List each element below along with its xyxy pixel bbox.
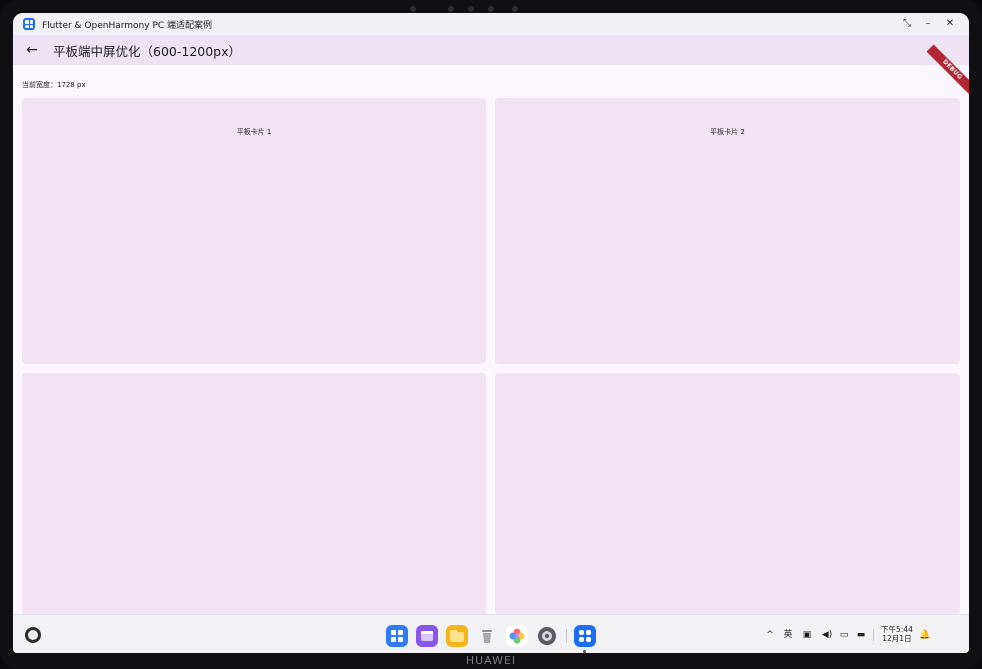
tray-separator [873,629,874,641]
display-icon[interactable]: ▭ [837,628,851,642]
clipboard-icon[interactable]: ▣ [800,628,814,642]
settings-icon[interactable] [536,625,558,647]
sensor-dot [410,6,416,12]
running-indicator [583,650,586,653]
card-label: 平板卡片 2 [710,128,745,136]
page-title: 平板端中屏优化（600-1200px） [53,44,242,59]
back-arrow-icon[interactable]: ← [21,39,43,61]
tray-chevron-icon[interactable]: ^ [763,628,777,642]
multi-window-icon[interactable] [416,625,438,647]
close-button[interactable]: ✕ [942,16,958,32]
notification-bell-icon[interactable]: 🔔 [918,628,932,642]
sensor-dot [512,6,518,12]
card-label: 平板卡片 1 [236,128,272,136]
photos-icon[interactable] [506,625,528,647]
sensor-dot [448,6,454,12]
clock[interactable]: 下午5:44 12月1日 [881,625,913,643]
camera-lens [468,6,474,12]
battery-icon[interactable]: ▬ [854,628,868,642]
clock-date: 12月1日 [882,634,912,643]
volume-icon[interactable]: ◀) [819,628,835,642]
restore-icon[interactable]: ⤡ [899,16,915,32]
tablet-card[interactable] [22,373,486,615]
screen: Flutter & OpenHarmony PC 端适配案例 ⤡ – ✕ ← 平… [13,13,969,653]
tablet-card[interactable]: 平板卡片 2 [495,98,960,364]
window-titlebar[interactable]: Flutter & OpenHarmony PC 端适配案例 ⤡ – ✕ [13,13,969,35]
files-icon[interactable] [446,625,468,647]
clock-time: 下午5:44 [881,625,913,634]
tablet-card[interactable]: 平板卡片 1 [22,98,486,364]
ime-icon[interactable]: 英 [781,628,795,642]
device-brand: HUAWEI [465,654,517,667]
flutter-app-icon[interactable] [574,625,596,647]
trash-icon[interactable] [476,625,498,647]
window-title: Flutter & OpenHarmony PC 端适配案例 [42,21,213,31]
app-icon [23,18,35,30]
debug-banner: DEBUG [926,44,969,96]
sensor-dot [488,6,494,12]
tablet-card[interactable] [495,373,960,615]
start-button[interactable] [25,627,41,643]
minimize-button[interactable]: – [920,16,936,32]
dock-separator [566,629,567,643]
current-width-label: 当前宽度：1728 px [22,81,86,89]
taskbar: ^ 英 ▣ ◀) ▭ ▬ 下午5:44 12月1日 🔔 [13,614,969,653]
app-center-icon[interactable] [386,625,408,647]
app-bar: ← 平板端中屏优化（600-1200px） DEBUG [13,35,969,96]
device-bezel: HUAWEI Flutter & OpenHarmony PC 端适配案例 ⤡ … [0,0,982,669]
